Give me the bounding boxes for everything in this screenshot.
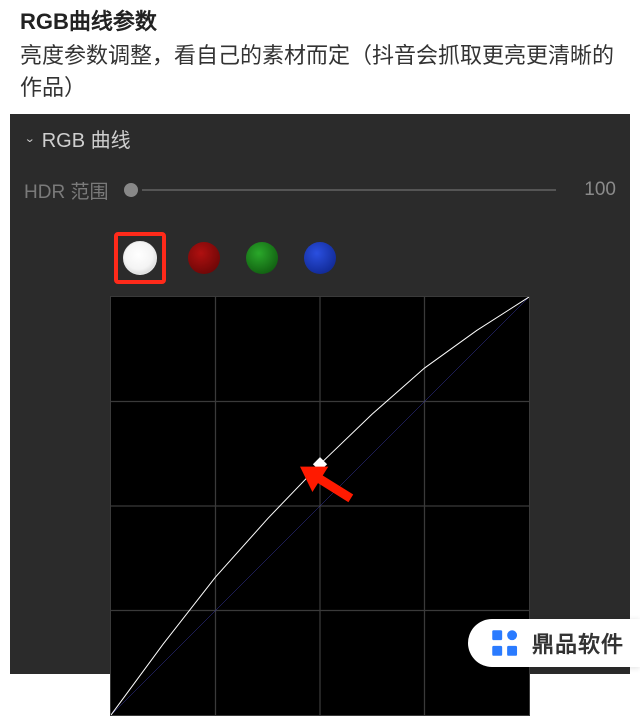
hdr-value: 100 <box>570 179 616 201</box>
watermark-badge: 鼎品软件 <box>468 619 640 667</box>
channel-white-selected[interactable] <box>114 232 166 284</box>
rgb-curve-panel: ⌄ RGB 曲线 HDR 范围 100 <box>10 114 630 674</box>
red-channel-icon[interactable] <box>188 242 220 274</box>
section-header[interactable]: ⌄ RGB 曲线 <box>24 124 616 153</box>
section-label: RGB 曲线 <box>42 124 131 153</box>
curve-chart[interactable] <box>111 297 529 715</box>
green-channel-icon[interactable] <box>246 242 278 274</box>
hdr-slider[interactable] <box>124 183 556 197</box>
chevron-down-icon: ⌄ <box>24 131 36 145</box>
watermark-text: 鼎品软件 <box>532 627 624 659</box>
page-title: RGB曲线参数 <box>20 4 620 36</box>
hdr-label: HDR 范围 <box>24 177 110 204</box>
curve-editor[interactable] <box>110 296 530 716</box>
white-channel-icon <box>123 241 157 275</box>
blue-channel-icon[interactable] <box>304 242 336 274</box>
slider-knob-icon[interactable] <box>124 183 138 197</box>
logo-icon <box>488 626 522 660</box>
page-subtitle: 亮度参数调整，看自己的素材而定（抖音会抓取更亮更清晰的作品） <box>20 40 620 104</box>
channel-selector <box>114 232 616 284</box>
slider-track[interactable] <box>142 189 556 191</box>
hdr-range-row: HDR 范围 100 <box>24 177 616 204</box>
